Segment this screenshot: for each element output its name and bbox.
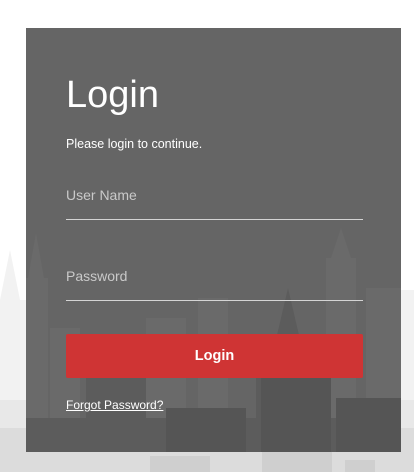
login-subtitle: Please login to continue.	[66, 137, 203, 151]
password-input[interactable]	[66, 251, 363, 301]
login-title: Login	[66, 74, 159, 116]
forgot-password-link[interactable]: Forgot Password?	[66, 398, 163, 412]
username-field	[66, 170, 363, 220]
password-field	[66, 251, 363, 301]
username-input[interactable]	[66, 170, 363, 220]
login-card: Login Please login to continue. Login Fo…	[26, 28, 401, 452]
login-page: Login Please login to continue. Login Fo…	[0, 0, 414, 472]
login-button[interactable]: Login	[66, 334, 363, 378]
